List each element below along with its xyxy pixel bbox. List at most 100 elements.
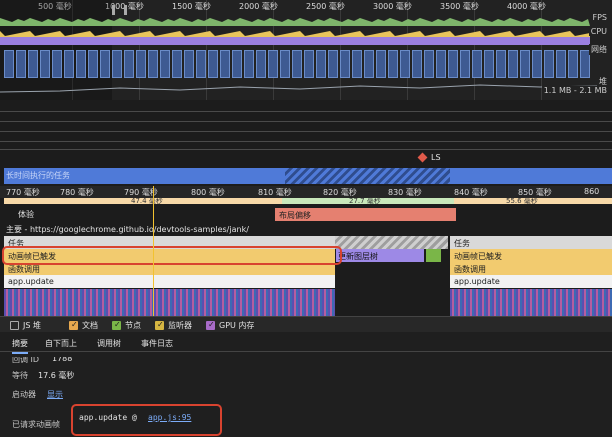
screenshot-thumbnail[interactable]: [76, 50, 86, 78]
layout-shift-bar[interactable]: 布局偏移: [275, 208, 456, 221]
fps-label: FPS: [590, 13, 609, 22]
screenshot-thumbnail[interactable]: [232, 50, 242, 78]
screenshot-thumbnail[interactable]: [436, 50, 446, 78]
tick-label: 810 毫秒: [258, 188, 292, 197]
screenshot-thumbnail[interactable]: [148, 50, 158, 78]
screenshot-thumbnail[interactable]: [532, 50, 542, 78]
screenshot-thumbnail[interactable]: [280, 50, 290, 78]
wait-key: 等待: [12, 371, 28, 380]
main-thread-title[interactable]: 主要 - https://googlechrome.github.io/devt…: [6, 224, 249, 235]
update-layer-bar[interactable]: 更新图层树: [336, 249, 424, 262]
paint-bar[interactable]: [426, 249, 441, 262]
track-divider: [0, 111, 612, 112]
initiator-link[interactable]: 显示: [47, 389, 63, 400]
screenshot-thumbnail[interactable]: [484, 50, 494, 78]
screenshot-thumbnail[interactable]: [424, 50, 434, 78]
screenshot-thumbnail[interactable]: [376, 50, 386, 78]
screenshot-thumbnail[interactable]: [136, 50, 146, 78]
screenshot-thumbnail[interactable]: [352, 50, 362, 78]
screenshot-thumbnail[interactable]: [244, 50, 254, 78]
checkmark-icon: ✓: [157, 320, 164, 329]
flame-chart[interactable]: LS 长时间执行的任务 770 毫秒 780 毫秒 790 毫秒 800 毫秒 …: [0, 100, 612, 316]
screenshot-thumbnail[interactable]: [448, 50, 458, 78]
screenshot-thumbnail[interactable]: [316, 50, 326, 78]
screenshots-strip: [0, 50, 600, 78]
ruler-label: 4000 毫秒: [507, 2, 546, 11]
screenshot-thumbnail[interactable]: [52, 50, 62, 78]
tab-divider: [0, 351, 612, 352]
app-update-bar[interactable]: app.update: [4, 275, 335, 288]
task-label: 任务: [454, 239, 470, 248]
screenshot-thumbnail[interactable]: [460, 50, 470, 78]
cpu-chart: [0, 31, 590, 45]
screenshot-thumbnail[interactable]: [508, 50, 518, 78]
screenshot-thumbnail[interactable]: [124, 50, 134, 78]
screenshot-thumbnail[interactable]: [412, 50, 422, 78]
call-stack-detail[interactable]: [450, 289, 612, 316]
frame-duration: 55.6 毫秒: [506, 197, 538, 205]
checkmark-icon: ✓: [208, 320, 215, 329]
screenshot-thumbnail[interactable]: [4, 50, 14, 78]
app-update-bar[interactable]: app.update: [450, 275, 612, 288]
screenshot-thumbnail[interactable]: [256, 50, 266, 78]
experience-label: 体验: [18, 210, 34, 219]
screenshot-thumbnail[interactable]: [568, 50, 578, 78]
app-update-label: app.update: [8, 277, 54, 286]
call-stack-detail[interactable]: [4, 289, 335, 316]
function-call-bar[interactable]: 函数调用: [450, 262, 612, 275]
timeline-overview[interactable]: 500 毫秒 1000 毫秒 1500 毫秒 2000 毫秒 2500 毫秒 3000 毫…: [0, 0, 612, 100]
counter-checkbox[interactable]: ✓: [112, 320, 121, 330]
screenshot-thumbnail[interactable]: [220, 50, 230, 78]
screenshot-thumbnail[interactable]: [28, 50, 38, 78]
counter-checkbox[interactable]: ✓: [206, 320, 215, 330]
screenshot-thumbnail[interactable]: [496, 50, 506, 78]
screenshot-thumbnail[interactable]: [304, 50, 314, 78]
counter-checkbox[interactable]: [10, 321, 19, 330]
counter-checkbox[interactable]: ✓: [155, 320, 164, 330]
animation-frame-label: 动画帧已触发: [454, 252, 502, 261]
screenshot-thumbnail[interactable]: [100, 50, 110, 78]
layout-shift-marker[interactable]: [417, 152, 428, 163]
ruler-label: 3000 毫秒: [373, 2, 412, 11]
tick-label: 840 毫秒: [454, 188, 488, 197]
animation-frame-highlight: [2, 246, 342, 265]
selection-handle-left[interactable]: [112, 5, 115, 15]
screenshot-thumbnail[interactable]: [520, 50, 530, 78]
frame-duration: 47.4 毫秒: [131, 197, 163, 205]
screenshot-thumbnail[interactable]: [556, 50, 566, 78]
track-divider: [0, 149, 612, 150]
screenshot-thumbnail[interactable]: [184, 50, 194, 78]
selection-handle-right[interactable]: [124, 5, 127, 15]
screenshot-thumbnail[interactable]: [16, 50, 26, 78]
requested-frame-link[interactable]: app.js:95: [148, 413, 191, 422]
tab-bottom-up[interactable]: 自下而上: [45, 338, 77, 349]
app-update-label: app.update: [454, 277, 500, 286]
screenshot-thumbnail[interactable]: [88, 50, 98, 78]
time-cursor: [153, 186, 154, 316]
screenshot-thumbnail[interactable]: [112, 50, 122, 78]
counter-label: 监听器: [168, 321, 192, 330]
screenshot-thumbnail[interactable]: [400, 50, 410, 78]
screenshot-thumbnail[interactable]: [292, 50, 302, 78]
tab-call-tree[interactable]: 调用树: [97, 338, 121, 349]
screenshot-thumbnail[interactable]: [544, 50, 554, 78]
screenshot-thumbnail[interactable]: [268, 50, 278, 78]
screenshot-thumbnail[interactable]: [172, 50, 182, 78]
screenshot-thumbnail[interactable]: [364, 50, 374, 78]
requested-frame-function: app.update @: [79, 413, 137, 422]
screenshot-thumbnail[interactable]: [208, 50, 218, 78]
screenshot-thumbnail[interactable]: [40, 50, 50, 78]
screenshot-thumbnail[interactable]: [340, 50, 350, 78]
screenshot-thumbnail[interactable]: [196, 50, 206, 78]
screenshot-thumbnail[interactable]: [472, 50, 482, 78]
screenshot-thumbnail[interactable]: [328, 50, 338, 78]
screenshot-thumbnail[interactable]: [388, 50, 398, 78]
screenshot-thumbnail[interactable]: [64, 50, 74, 78]
ruler-label: 1500 毫秒: [172, 2, 211, 11]
counter-label: 文档: [82, 321, 98, 330]
task-bar[interactable]: 任务: [450, 236, 612, 249]
animation-frame-bar[interactable]: 动画帧已触发: [450, 249, 612, 262]
tab-event-log[interactable]: 事件日志: [141, 338, 173, 349]
counter-checkbox[interactable]: ✓: [69, 320, 78, 330]
screenshot-thumbnail[interactable]: [160, 50, 170, 78]
